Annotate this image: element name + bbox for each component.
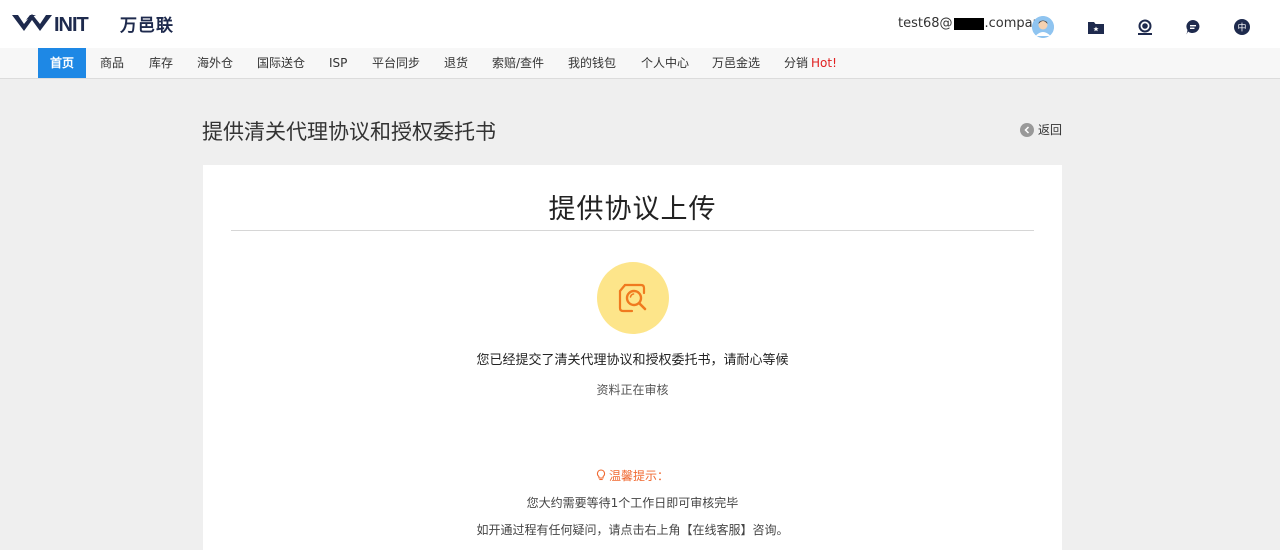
user-email-prefix: test68@ [898, 16, 953, 31]
nav-item-inventory[interactable]: 库存 [149, 48, 173, 78]
chat-icon[interactable] [1183, 17, 1203, 37]
nav-item-wallet[interactable]: 我的钱包 [568, 48, 616, 78]
top-header: INIT 万邑联 test68@ .company 中 [0, 0, 1280, 48]
back-button[interactable]: 返回 [1020, 121, 1062, 138]
avatar[interactable] [1032, 16, 1054, 38]
card-title: 提供协议上传 [548, 194, 717, 225]
back-label: 返回 [1038, 123, 1063, 137]
lightbulb-icon [596, 469, 606, 481]
hot-badge: Hot! [811, 56, 837, 70]
review-status-icon [597, 262, 669, 334]
nav-item-platform-sync[interactable]: 平台同步 [372, 48, 420, 78]
support-icon[interactable] [1135, 17, 1155, 37]
brand-logo[interactable]: INIT 万邑联 [10, 9, 174, 37]
nav-item-home[interactable]: 首页 [38, 48, 87, 78]
tip-heading: 温馨提示： [203, 467, 1062, 484]
nav-item-overseas-warehouse[interactable]: 海外仓 [197, 48, 233, 78]
logo-text: 万邑联 [120, 15, 174, 36]
nav-item-personal-center[interactable]: 个人中心 [641, 48, 689, 78]
language-icon[interactable]: 中 [1232, 17, 1252, 37]
status-card: 提供协议上传 您已经提交了清关代理协议和授权委托书，请耐心等候 资料正在审核 温… [203, 165, 1062, 550]
avatar-icon [1032, 16, 1054, 38]
divider [231, 230, 1034, 231]
nav-item-international-delivery[interactable]: 国际送仓 [257, 48, 305, 78]
user-account[interactable]: test68@ .company [898, 16, 1049, 31]
tip-line-wait-time: 您大约需要等待1个工作日即可审核完毕 [526, 496, 739, 510]
review-status-text: 资料正在审核 [596, 383, 669, 397]
tip-line-contact-support: 如开通过程有任何疑问，请点击右上角【在线客服】咨询。 [476, 523, 789, 537]
nav-item-products[interactable]: 商品 [100, 48, 124, 78]
nav-item-distribution[interactable]: 分销 Hot! [784, 48, 837, 78]
tip-title-text: 温馨提示： [608, 469, 669, 483]
email-redaction [953, 17, 984, 30]
nav-item-claims[interactable]: 索赔/查件 [492, 48, 544, 78]
winit-logo-icon: INIT [12, 14, 90, 35]
nav-item-distribution-label: 分销 [784, 56, 809, 70]
folder-icon[interactable] [1086, 17, 1106, 37]
page-title: 提供清关代理协议和授权委托书 [202, 120, 496, 144]
magnifier-document-icon [618, 283, 647, 313]
submitted-message: 您已经提交了清关代理协议和授权委托书，请耐心等候 [476, 353, 789, 368]
chevron-left-icon [1020, 122, 1034, 137]
main-nav: 首页 商品 库存 海外仓 国际送仓 ISP 平台同步 退货 索赔/查件 我的钱包… [0, 48, 1280, 79]
language-label: 中 [1237, 22, 1246, 34]
nav-item-isp[interactable]: ISP [329, 48, 347, 78]
nav-item-returns[interactable]: 退货 [444, 48, 468, 78]
svg-text:INIT: INIT [54, 14, 89, 35]
nav-item-gold-select[interactable]: 万邑金选 [712, 48, 760, 78]
